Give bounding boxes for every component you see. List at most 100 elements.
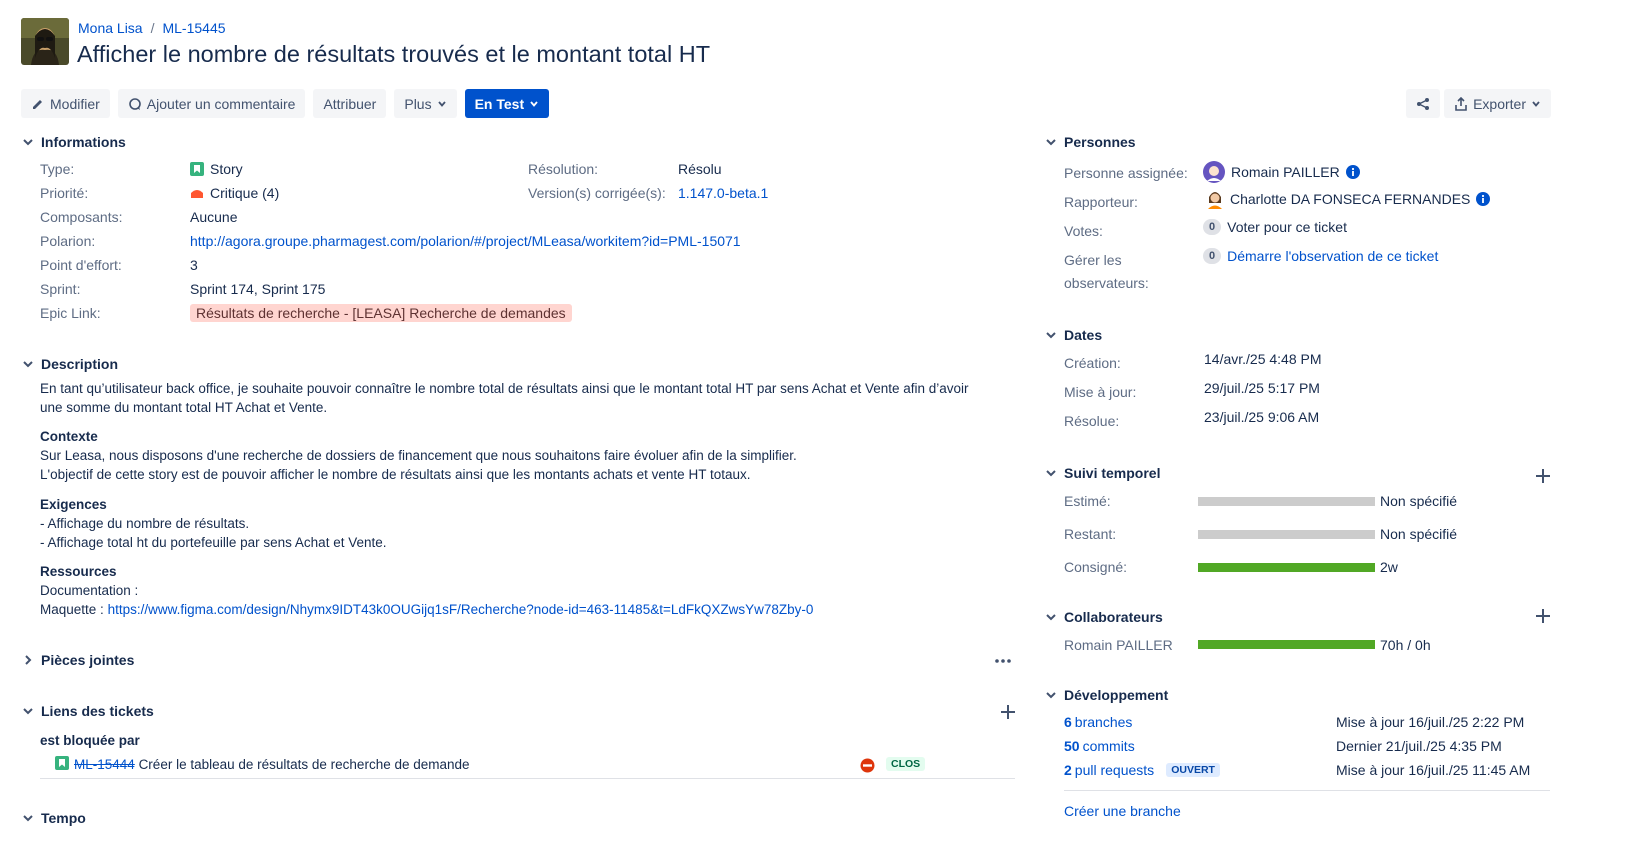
commits-link[interactable]: 50 commits [1064, 738, 1135, 754]
pencil-icon [33, 99, 42, 109]
vote-action[interactable]: Voter pour ce ticket [1227, 219, 1347, 235]
polarion-link[interactable]: http://agora.groupe.pharmagest.com/polar… [190, 233, 741, 249]
avatar [1208, 192, 1222, 209]
add-collaborator-icon[interactable] [1536, 609, 1550, 623]
assignee-value[interactable]: Romain PAILLER [1203, 161, 1360, 183]
sprint-label: Sprint: [40, 281, 81, 297]
resources-documentation: Documentation : [40, 583, 139, 598]
resources-mockup: Maquette : https://www.figma.com/design/… [40, 600, 813, 620]
create-branch-link[interactable]: Créer une branche [1064, 803, 1181, 819]
pull-requests-link[interactable]: 2 pull requests OUVERT [1064, 762, 1220, 778]
attachments-heading: Pièces jointes [41, 652, 135, 668]
type-text: Story [210, 161, 243, 177]
issue-links-heading: Liens des tickets [41, 703, 154, 719]
linked-issue-text[interactable]: ML-15444 Créer le tableau de résultats d… [74, 755, 470, 775]
collaborators-section-toggle[interactable]: Collaborateurs [1045, 609, 1163, 625]
share-button[interactable] [1406, 89, 1441, 118]
info-icon[interactable] [1345, 165, 1360, 179]
sprint-value: Sprint 174, Sprint 175 [190, 281, 326, 297]
chevron-down-icon [530, 100, 538, 107]
resolved-label: Résolue: [1064, 413, 1120, 429]
resources-title: Ressources [40, 564, 117, 579]
chevron-down-icon [437, 100, 446, 107]
issue-links-section-toggle[interactable]: Liens des tickets [22, 703, 154, 719]
watchers-count: 0 [1203, 248, 1222, 264]
edit-button[interactable]: Modifier [21, 89, 110, 118]
votes-value: 0 Voter pour ce ticket [1203, 219, 1347, 235]
time-tracking-section-toggle[interactable]: Suivi temporel [1045, 465, 1160, 481]
resolution-label: Résolution: [528, 161, 599, 177]
avatar [1203, 161, 1225, 183]
description-section-toggle[interactable]: Description [22, 356, 118, 372]
info-icon[interactable] [1476, 192, 1491, 206]
divider [1064, 790, 1550, 791]
commits-label: commits [1082, 738, 1135, 754]
linked-issue-row[interactable] [55, 756, 69, 773]
pr-status-badge: OUVERT [1166, 763, 1220, 777]
reporter-label: Rapporteur: [1064, 194, 1138, 210]
epic-lozenge[interactable]: Résultats de recherche - [LEASA] Recherc… [190, 304, 572, 322]
reporter-value[interactable]: Charlotte DA FONSECA FERNANDES [1206, 189, 1491, 209]
project-avatar[interactable] [21, 18, 69, 65]
chevron-down-icon [1046, 332, 1056, 339]
status-transition-button[interactable]: En Test [464, 89, 550, 118]
add-link-icon[interactable] [1001, 705, 1015, 719]
collaborator-bar [1198, 640, 1375, 649]
pr-meta: Mise à jour 16/juil./25 11:45 AM [1336, 762, 1531, 778]
chevron-down-icon [23, 139, 33, 146]
export-button[interactable]: Exporter [1444, 89, 1551, 118]
breadcrumb-issue-key[interactable]: ML-15445 [162, 20, 225, 36]
assign-button[interactable]: Attribuer [313, 89, 387, 118]
mockup-label: Maquette : [40, 602, 104, 617]
priority-value: Critique (4) [190, 185, 279, 201]
fix-version-link[interactable]: 1.147.0-beta.1 [678, 185, 768, 201]
chevron-down-icon [1046, 692, 1056, 699]
mockup-link[interactable]: https://www.figma.com/design/Nhymx9IDT43… [108, 602, 814, 617]
estimated-bar [1198, 497, 1375, 506]
add-comment-button[interactable]: Ajouter un commentaire [117, 89, 306, 118]
branches-meta: Mise à jour 16/juil./25 2:22 PM [1336, 714, 1525, 730]
priority-text: Critique (4) [210, 185, 280, 201]
dates-section-toggle[interactable]: Dates [1045, 327, 1102, 343]
chevron-down-icon [23, 815, 33, 822]
status-label: En Test [474, 95, 525, 112]
votes-count: 0 [1203, 219, 1222, 235]
effort-label: Point d'effort: [40, 257, 122, 273]
fix-version-label: Version(s) corrigée(s): [528, 185, 666, 201]
commits-count: 50 [1064, 738, 1080, 754]
linked-issue-key[interactable]: ML-15444 [74, 757, 135, 772]
watchers-value: 0 Démarre l'observation de ce ticket [1203, 248, 1438, 264]
linked-issue-summary: Créer le tableau de résultats de recherc… [138, 757, 470, 772]
assign-label: Attribuer [323, 95, 377, 112]
polarion-label: Polarion: [40, 233, 96, 249]
development-section-toggle[interactable]: Développement [1045, 687, 1168, 703]
log-work-icon[interactable] [1536, 469, 1550, 483]
breadcrumb-project[interactable]: Mona Lisa [78, 20, 143, 36]
watch-action[interactable]: Démarre l'observation de ce ticket [1227, 248, 1438, 264]
people-section-toggle[interactable]: Personnes [1045, 134, 1136, 150]
details-heading: Informations [41, 134, 126, 150]
page-title: Afficher le nombre de résultats trouvés … [77, 41, 711, 67]
breadcrumb: Mona Lisa / ML-15445 [78, 20, 226, 36]
updated-label: Mise à jour: [1064, 384, 1137, 400]
details-section-toggle[interactable]: Informations [22, 134, 126, 150]
chevron-down-icon [1046, 470, 1056, 477]
branches-link[interactable]: 6 branches [1064, 714, 1132, 730]
commits-meta: Dernier 21/juil./25 4:35 PM [1336, 738, 1502, 754]
tempo-section-toggle[interactable]: Tempo [22, 810, 86, 826]
collaborator-bar-fill [1198, 640, 1375, 649]
estimated-value: Non spécifié [1380, 493, 1458, 509]
chevron-down-icon [1046, 139, 1056, 146]
requirements-title: Exigences [40, 497, 107, 512]
collaborator-value: 70h / 0h [1380, 637, 1431, 653]
epic-link-value[interactable]: Résultats de recherche - [LEASA] Recherc… [190, 304, 572, 322]
collaborator-name: Romain PAILLER [1064, 637, 1173, 653]
chevron-down-icon [23, 361, 33, 368]
reporter-name: Charlotte DA FONSECA FERNANDES [1230, 191, 1471, 207]
remaining-label: Restant: [1064, 526, 1117, 542]
more-button[interactable]: Plus [394, 89, 457, 118]
more-actions-icon[interactable] [995, 658, 1011, 664]
pr-label: pull requests [1074, 762, 1155, 778]
attachments-section-toggle[interactable]: Pièces jointes [22, 652, 134, 668]
description-intro-2: une somme du montant total HT Achat et V… [40, 400, 328, 415]
